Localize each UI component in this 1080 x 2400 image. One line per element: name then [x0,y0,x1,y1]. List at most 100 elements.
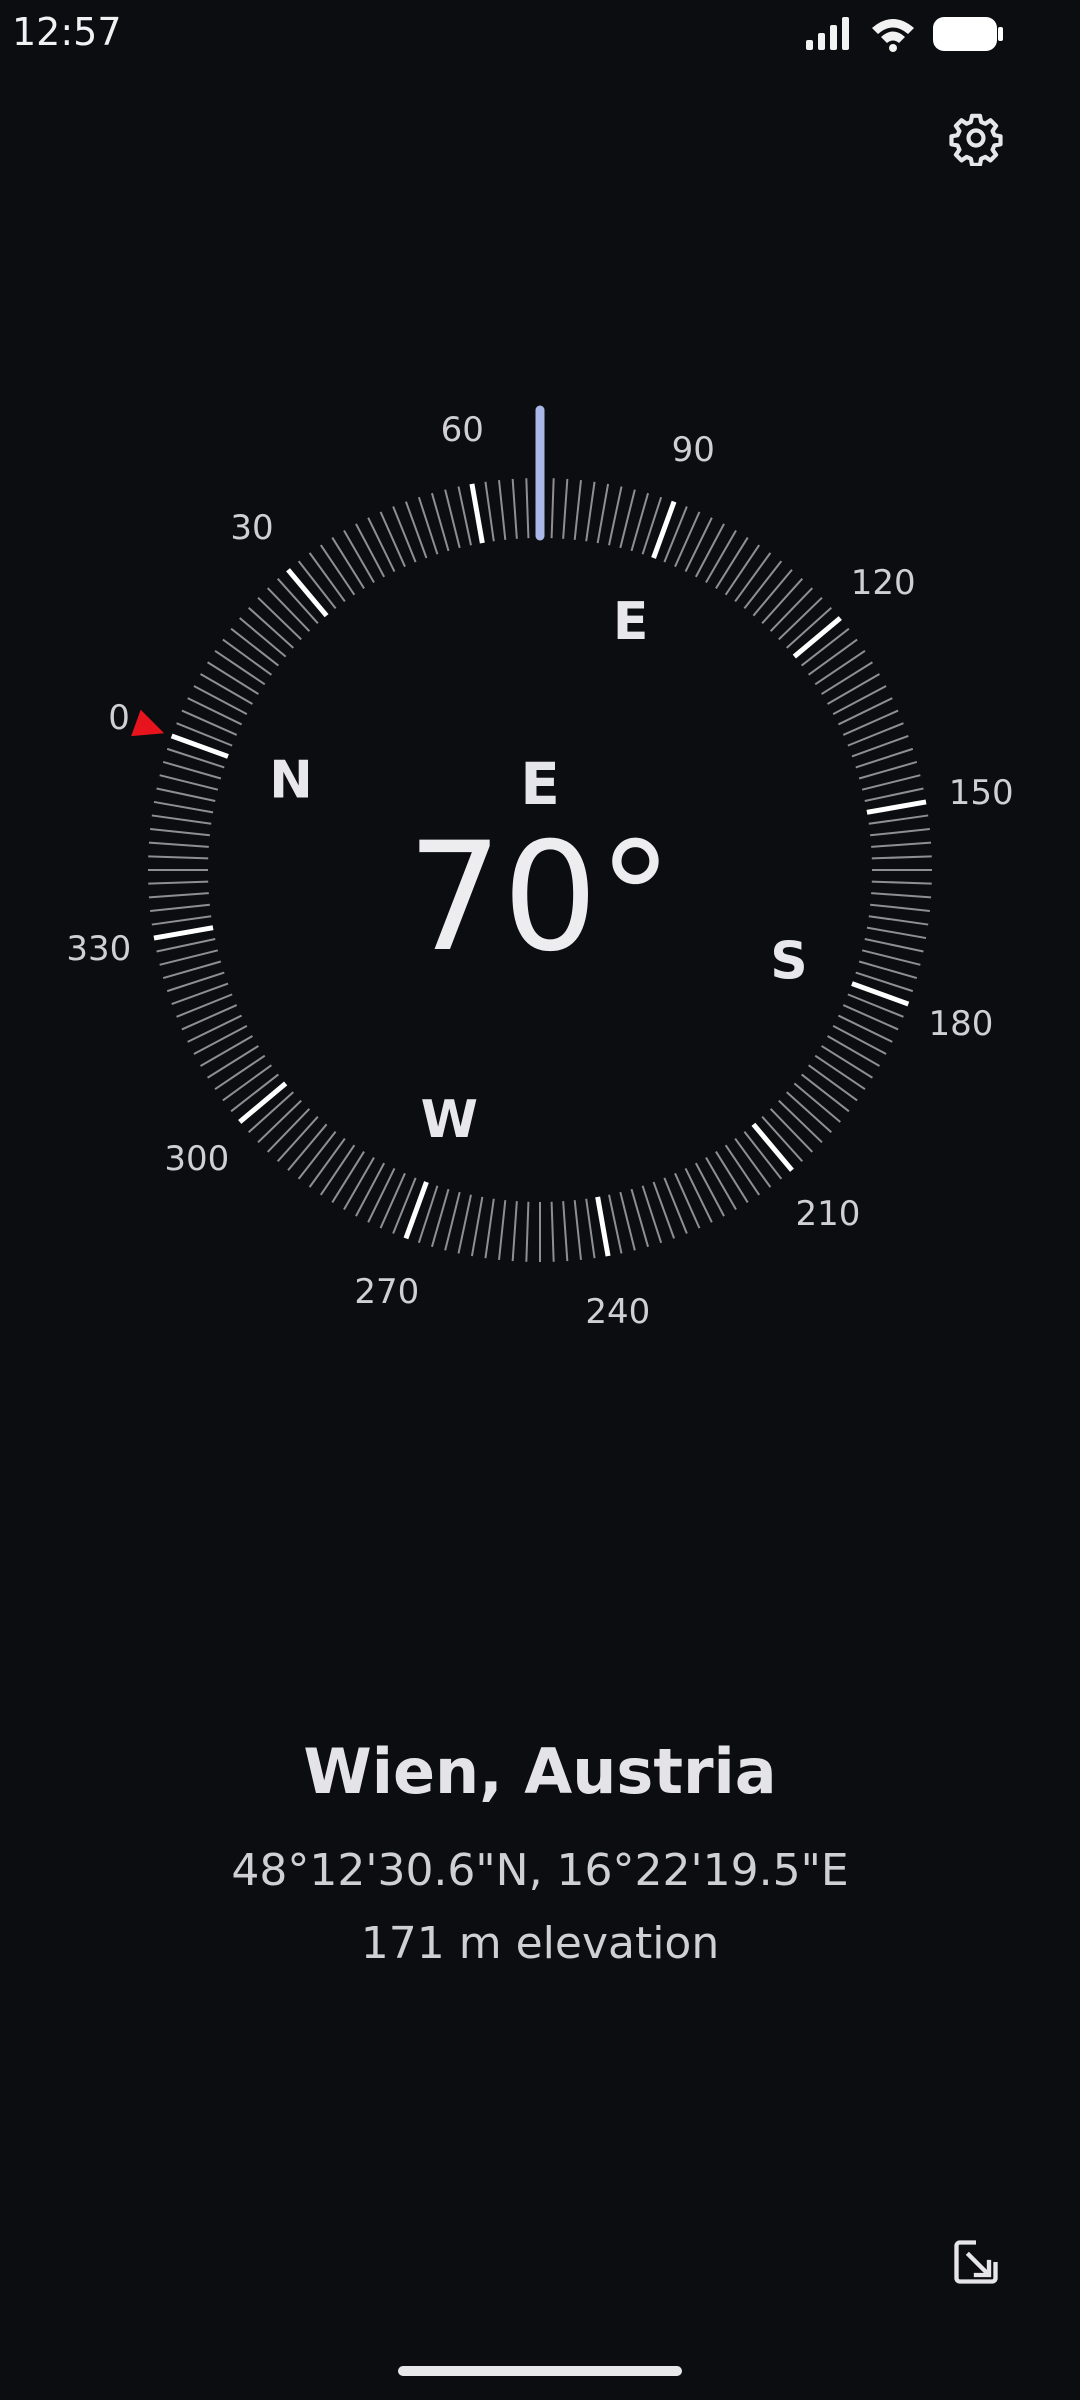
minor-tick [550,478,555,539]
minor-tick [715,537,749,589]
compass-dial: 0 30 60 90 120 150 180 210 240 270 300 330 N E S W E 70… [0,0,1080,1400]
minor-tick [585,1198,596,1259]
degree-label: 210 [796,1194,861,1234]
minor-tick [619,1191,636,1251]
minor-tick [864,938,924,953]
minor-tick [837,697,893,726]
minor-tick [871,855,932,860]
minor-tick [266,1108,311,1153]
minor-tick [200,673,253,705]
home-indicator[interactable] [398,2366,682,2376]
minor-tick [355,1162,386,1217]
minor-tick [193,685,248,716]
minor-tick [266,587,311,632]
degree-label: 240 [585,1292,650,1332]
minor-tick [864,787,924,802]
minor-tick [297,1131,337,1180]
minor-tick [827,1035,880,1067]
degree-label: 180 [929,1004,994,1044]
degree-label: 330 [66,929,131,969]
minor-tick [498,480,507,540]
minor-tick [861,774,921,791]
minor-tick [151,814,212,825]
minor-tick [808,1064,858,1102]
major-tick [469,483,485,544]
minor-tick [734,1138,772,1188]
minor-tick [498,1200,507,1260]
minor-tick [331,1151,365,1203]
minor-tick [222,638,272,676]
minor-tick [842,1004,899,1031]
minor-tick [752,569,793,617]
compass-rose: 0 30 60 90 120 150 180 210 240 270 300 330 N E S W [66,405,1014,1332]
minor-tick [181,709,238,736]
minor-tick [674,1172,701,1229]
minor-tick [181,1004,238,1031]
minor-tick [821,1045,873,1079]
minor-tick [343,1157,375,1210]
minor-tick [861,949,921,966]
minor-tick [207,1045,259,1079]
minor-tick [153,800,214,814]
location-name: Wien, Austria [303,1735,777,1808]
minor-tick [156,787,216,802]
minor-tick [379,511,406,568]
minor-tick [331,537,365,589]
heading-degrees: 70° [407,811,673,985]
minor-tick [444,1191,461,1251]
minor-tick [705,530,737,583]
minor-tick [866,926,927,940]
minor-tick [187,1014,243,1043]
minor-tick [230,627,279,667]
degree-label: 90 [672,430,715,470]
minor-tick [151,915,212,926]
minor-tick [674,511,701,568]
expand-arrow-icon [954,2240,998,2284]
minor-tick [379,1172,406,1229]
minor-tick [868,915,929,926]
minor-tick [871,880,932,885]
minor-tick [562,478,569,539]
minor-tick [156,938,216,953]
minor-tick [663,1177,688,1234]
minor-tick [159,949,219,966]
minor-tick [769,587,814,632]
major-tick [238,1081,288,1124]
minor-tick [214,649,266,686]
minor-tick [832,1024,887,1055]
minor-tick [319,544,356,596]
minor-tick [832,685,887,716]
minor-tick [608,486,623,546]
major-tick [595,1196,611,1257]
minor-tick [200,1035,253,1067]
minor-tick [367,517,396,573]
minor-tick [355,523,386,578]
minor-tick [484,1198,495,1259]
minor-tick [159,774,219,791]
minor-tick [287,1123,328,1171]
minor-tick [694,1162,725,1217]
minor-tick [248,606,294,649]
cardinal-label: W [421,1090,478,1150]
cardinal-label: E [613,592,649,652]
minor-tick [814,1054,866,1091]
minor-tick [786,1091,832,1134]
minor-tick [837,1014,893,1043]
minor-tick [239,617,287,658]
location-elevation: 171 m elevation [360,1918,720,1969]
minor-tick [214,1054,266,1091]
heading-direction: E [520,750,560,818]
minor-tick [343,530,375,583]
minor-tick [150,903,210,912]
expand-button[interactable] [946,2232,1006,2292]
minor-tick [562,1201,569,1262]
minor-tick [684,1167,713,1223]
minor-tick [827,673,880,705]
minor-tick [257,596,302,641]
minor-tick [573,1200,582,1260]
minor-tick [847,722,904,747]
minor-tick [207,661,259,695]
minor-tick [511,1201,518,1262]
degree-label: 150 [949,773,1014,813]
minor-tick [457,1194,472,1254]
